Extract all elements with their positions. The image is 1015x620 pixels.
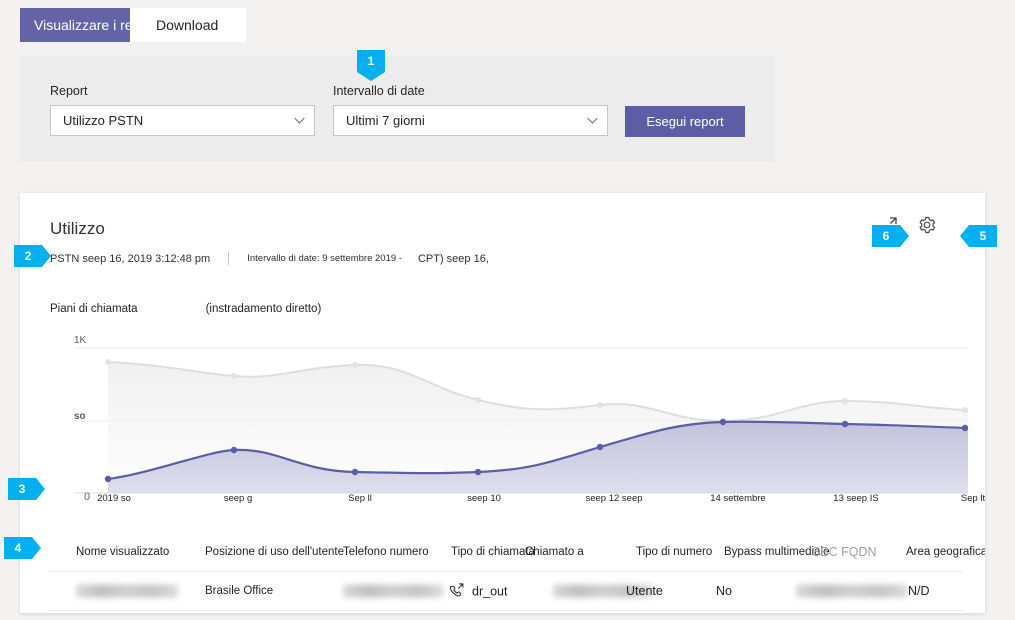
col-called-to: Chiamato a xyxy=(525,546,584,558)
x-tick-5: 14 settembre xyxy=(710,493,766,504)
cell-number-type: Utente xyxy=(626,584,663,598)
col-number-type: Tipo di numero xyxy=(636,546,713,558)
report-meta-generated: PSTN seep 16, 2019 3:12:48 pm xyxy=(50,252,211,265)
data-point xyxy=(231,373,237,379)
legend-item-call-plans: Piani di chiamata xyxy=(50,303,138,315)
data-point xyxy=(352,362,358,368)
cell-phone-number-redacted xyxy=(343,584,443,598)
report-select[interactable]: Utilizzo PSTN xyxy=(50,105,315,136)
x-tick-7: Sep lt xyxy=(960,493,985,504)
data-point xyxy=(104,475,112,483)
date-range-field: Intervallo di date Ultimi 7 giorni xyxy=(333,84,608,136)
callout-badge-5: 5 xyxy=(960,225,997,247)
tab-download[interactable]: Download xyxy=(126,8,247,42)
data-point xyxy=(474,468,482,476)
col-phone-number: Telefono numero xyxy=(343,546,429,558)
callout-badge-2: 2 xyxy=(14,245,51,267)
cell-sbc-fqdn-redacted xyxy=(796,584,908,598)
cell-call-type-label: dr_out xyxy=(472,584,508,598)
col-azure-region: Area geografica di Azure xyxy=(906,546,985,558)
cell-call-type: dr_out xyxy=(448,583,507,600)
chevron-down-icon xyxy=(294,117,305,124)
callout-badge-5-number: 5 xyxy=(979,229,987,243)
data-point xyxy=(962,407,968,413)
data-point xyxy=(719,418,727,426)
table-header-row: Nome visualizzato Posizione di uso dell'… xyxy=(48,533,985,572)
report-card: Utilizzo PSTN seep 16, 2019 3:12:48 pm I… xyxy=(20,193,985,613)
report-field-label: Report xyxy=(50,84,88,98)
data-point xyxy=(351,468,359,476)
chevron-down-icon xyxy=(587,117,598,124)
report-field: Report Utilizzo PSTN xyxy=(50,84,315,136)
legend-item-direct-routing: (instradamento diretto) xyxy=(205,303,322,315)
data-point xyxy=(230,446,238,454)
callout-badge-2-number: 2 xyxy=(24,249,32,263)
filter-panel: Report Utilizzo PSTN Intervallo di date … xyxy=(20,56,775,162)
x-tick-2: Sep ll xyxy=(348,493,372,504)
callout-badge-3: 3 xyxy=(8,478,45,500)
chart-svg xyxy=(74,347,969,494)
report-meta: PSTN seep 16, 2019 3:12:48 pm Intervallo… xyxy=(50,252,489,265)
usage-area-chart: 1K so 0 xyxy=(48,335,969,508)
x-tick-0: 2019 so xyxy=(97,493,131,504)
callout-badge-1-number: 1 xyxy=(367,54,375,68)
data-point xyxy=(475,397,481,403)
tab-view-reports-label: Visualizzare i report xyxy=(34,17,130,33)
date-range-select-value: Ultimi 7 giorni xyxy=(346,113,425,128)
col-display-name: Nome visualizzato xyxy=(76,546,170,558)
data-point xyxy=(596,443,604,451)
date-range-select[interactable]: Ultimi 7 giorni xyxy=(333,105,608,136)
usage-table: Nome visualizzato Posizione di uso dell'… xyxy=(48,533,985,611)
callout-badge-6: 6 xyxy=(872,225,909,247)
x-tick-1: seep g xyxy=(223,493,253,504)
callout-badge-1: 1 xyxy=(357,50,385,81)
col-call-type: Tipo di chiamata xyxy=(451,546,535,558)
cell-azure-region: N/D xyxy=(908,584,930,598)
data-point xyxy=(842,398,848,404)
cell-media-bypass: No xyxy=(716,584,732,598)
col-usage-location: Posizione di uso dell'utente xyxy=(205,546,345,558)
tab-download-label: Download xyxy=(156,17,219,33)
data-point xyxy=(841,420,849,428)
report-select-value: Utilizzo PSTN xyxy=(63,113,144,128)
data-point xyxy=(597,402,603,408)
y-tick-500: so xyxy=(74,411,86,422)
report-meta-range-tail: CPT) seep 16, xyxy=(417,252,489,265)
outbound-call-icon xyxy=(449,583,464,597)
callout-badge-3-number: 3 xyxy=(18,482,26,496)
callout-badge-4-number: 4 xyxy=(14,541,22,555)
chart-legend: Piani di chiamata (instradamento diretto… xyxy=(50,303,321,315)
date-range-field-label: Intervallo di date xyxy=(333,84,425,98)
y-tick-1k: 1K xyxy=(74,335,87,346)
meta-divider xyxy=(228,252,230,265)
chart-x-axis: 2019 so seep g Sep ll seep 10 seep 12 se… xyxy=(48,493,985,509)
cell-usage-location: Brasile Office xyxy=(205,585,274,597)
cell-display-name-redacted xyxy=(76,584,178,598)
x-tick-3: seep 10 xyxy=(467,493,501,504)
data-point xyxy=(105,359,111,365)
x-tick-4: seep 12 seep xyxy=(585,493,643,504)
report-tabs: Visualizzare i report Download xyxy=(20,8,247,42)
data-point xyxy=(961,424,969,432)
gear-icon[interactable] xyxy=(917,215,937,235)
report-meta-range: Intervallo di date: 9 settembre 2019 - xyxy=(247,253,402,264)
callout-badge-4: 4 xyxy=(4,537,41,559)
col-sbc-fqdn: SBC FQDN xyxy=(812,545,877,559)
x-tick-6: 13 seep IS xyxy=(833,493,879,504)
report-title: Utilizzo xyxy=(50,219,105,238)
table-row[interactable]: Brasile Office dr_out Utente No N/D xyxy=(48,572,963,611)
callout-badge-6-number: 6 xyxy=(882,229,890,243)
tab-view-reports[interactable]: Visualizzare i report xyxy=(20,8,130,42)
run-report-button[interactable]: Esegui report xyxy=(625,106,745,137)
